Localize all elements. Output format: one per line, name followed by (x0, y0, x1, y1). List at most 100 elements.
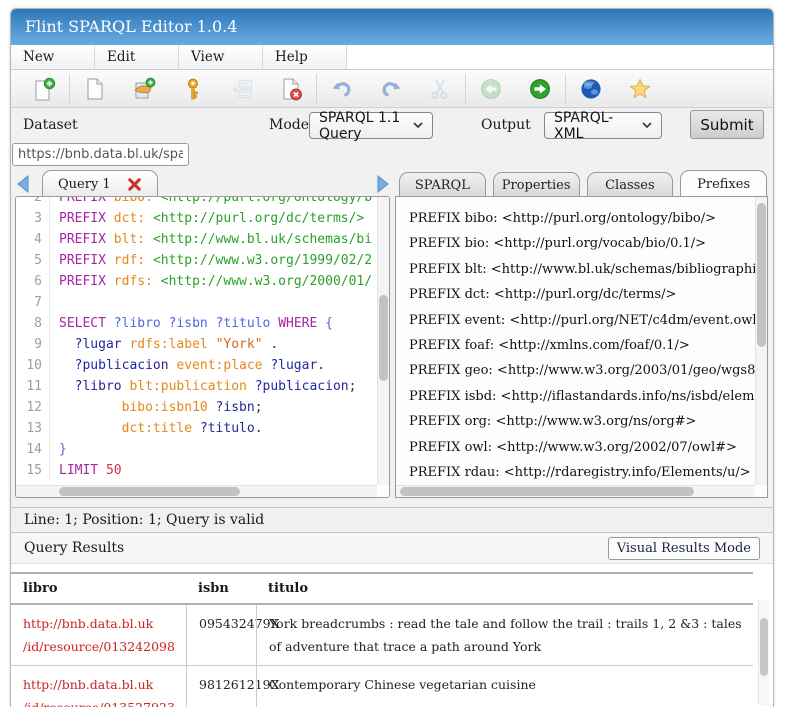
code-text: LIMIT 50 (50, 460, 122, 481)
output-select[interactable]: SPARQL-XML (544, 112, 662, 139)
endpoint-input[interactable] (12, 143, 189, 166)
column-header-titulo: titulo (256, 574, 753, 603)
toolbar-group (69, 74, 316, 104)
code-text: } (50, 439, 67, 460)
prefix-row[interactable]: PREFIX bibo: <http://purl.org/ontology/b… (409, 206, 755, 231)
prefix-row[interactable]: PREFIX foaf: <http://xmlns.com/foaf/0.1/… (409, 333, 755, 358)
toolbar-group (316, 74, 465, 104)
code-text: bibo:isbn10 ?isbn; (50, 397, 263, 418)
prefix-row[interactable]: PREFIX isbd: <http://iflastandards.info/… (409, 384, 755, 409)
window-title: Flint SPARQL Editor 1.0.4 (11, 9, 773, 45)
menu-item-help[interactable]: Help (263, 45, 347, 69)
app-window: Flint SPARQL Editor 1.0.4 NewEditViewHel… (10, 8, 774, 707)
menu-bar: NewEditViewHelp (11, 45, 773, 70)
cut-icon (428, 77, 452, 101)
column-header-isbn: isbn (186, 574, 256, 603)
prefixes-horizontal-scrollbar[interactable] (396, 485, 755, 497)
tab-prefixes[interactable]: Prefixes (680, 170, 767, 197)
tab-sparql[interactable]: SPARQL (399, 172, 486, 197)
output-select-value: SPARQL-XML (554, 110, 634, 142)
editor-vertical-scrollbar[interactable] (377, 197, 389, 485)
scrollbar-thumb[interactable] (400, 487, 694, 496)
table-row: http://bnb.data.bl.uk/id/resource/013527… (11, 666, 753, 707)
redo-icon[interactable] (379, 77, 403, 101)
results-table-header: libroisbntitulo (11, 572, 753, 605)
titulo-cell: York breadcrumbs : read the tale and fol… (256, 605, 753, 665)
menu-item-view[interactable]: View (179, 45, 263, 69)
line-number: 8 (16, 313, 50, 334)
globe-icon[interactable] (579, 77, 603, 101)
close-tab-icon[interactable] (127, 177, 142, 192)
code-line: 12 bibo:isbn10 ?isbn; (16, 397, 377, 418)
code-text: ?publicacion event:place ?lugar. (50, 355, 325, 376)
code-text: PREFIX blt: <http://www.bl.uk/schemas/bi (50, 229, 372, 250)
submit-button[interactable]: Submit (690, 110, 764, 139)
prefixes-vertical-scrollbar[interactable] (755, 197, 767, 485)
scrollbar-thumb[interactable] (59, 487, 240, 496)
code-line: 4PREFIX blt: <http://www.bl.uk/schemas/b… (16, 229, 377, 250)
tab-scroll-right-icon[interactable] (375, 174, 391, 194)
query-editor[interactable]: 2PREFIX bibo: <http://purl.org/ontology/… (15, 196, 390, 498)
line-number: 7 (16, 292, 50, 313)
star-icon[interactable] (628, 77, 652, 101)
prefix-row[interactable]: PREFIX dct: <http://purl.org/dc/terms/> (409, 282, 755, 307)
prefix-row[interactable]: PREFIX owl: <http://www.w3.org/2002/07/o… (409, 435, 755, 460)
toolbar (11, 70, 773, 108)
prefix-row[interactable]: PREFIX org: <http://www.w3.org/ns/org#> (409, 409, 755, 434)
results-body: libroisbntitulo http://bnb.data.bl.uk/id… (11, 563, 773, 707)
code-line: 10 ?publicacion event:place ?lugar. (16, 355, 377, 376)
status-bar: Line: 1; Position: 1; Query is valid (11, 507, 773, 533)
line-number: 2 (16, 197, 50, 208)
key-icon[interactable] (181, 77, 205, 101)
menu-item-edit[interactable]: Edit (95, 45, 179, 69)
editor-viewport[interactable]: 2PREFIX bibo: <http://purl.org/ontology/… (16, 197, 377, 485)
visual-results-mode-button[interactable]: Visual Results Mode (608, 537, 760, 560)
new-document-icon[interactable] (83, 77, 107, 101)
new-query-icon[interactable] (32, 77, 56, 101)
results-vertical-scrollbar[interactable] (758, 600, 769, 705)
line-number: 4 (16, 229, 50, 250)
code-text: ?libro blt:publication ?publicacion; (50, 376, 356, 397)
resource-link[interactable]: http://bnb.data.bl.uk/id/resource/013242… (23, 616, 175, 654)
code-line: 15LIMIT 50 (16, 460, 377, 481)
prefix-row[interactable]: PREFIX blt: <http://www.bl.uk/schemas/bi… (409, 257, 755, 282)
editor-horizontal-scrollbar[interactable] (16, 485, 377, 497)
prefix-row[interactable]: PREFIX rdau: <http://rdaregistry.info/El… (409, 460, 755, 485)
back-icon (479, 77, 503, 101)
scrollbar-thumb[interactable] (757, 203, 766, 347)
toolbar-group (19, 74, 69, 104)
scrollbar-thumb[interactable] (379, 295, 388, 381)
code-text: SELECT ?libro ?isbn ?titulo WHERE { (50, 313, 333, 334)
scrollbar-thumb[interactable] (760, 618, 768, 676)
chevron-down-icon (413, 122, 423, 129)
prefix-row[interactable]: PREFIX geo: <http://www.w3.org/2003/01/g… (409, 358, 755, 383)
line-number: 11 (16, 376, 50, 397)
column-header-libro: libro (11, 574, 186, 603)
results-title: Query Results (24, 540, 124, 556)
menu-item-new[interactable]: New (11, 45, 95, 69)
forward-icon[interactable] (528, 77, 552, 101)
toolbar-group (465, 74, 565, 104)
controls-row: Dataset Mode SPARQL 1.1 Query Output SPA… (11, 108, 773, 143)
query-tabs-container: Query 1 (31, 170, 158, 197)
code-line: 6PREFIX rdfs: <http://www.w3.org/2000/01… (16, 271, 377, 292)
prefix-row[interactable]: PREFIX bio: <http://purl.org/vocab/bio/0… (409, 231, 755, 256)
line-number: 14 (16, 439, 50, 460)
table-row: http://bnb.data.bl.uk/id/resource/013242… (11, 605, 753, 666)
mode-select[interactable]: SPARQL 1.1 Query (309, 112, 433, 139)
dataset-label: Dataset (23, 117, 78, 133)
code-text: PREFIX dct: <http://purl.org/dc/terms/> (50, 208, 364, 229)
prefix-list: PREFIX bibo: <http://purl.org/ontology/b… (396, 197, 755, 485)
open-document-icon[interactable] (132, 77, 156, 101)
code-line: 13 dct:title ?titulo. (16, 418, 377, 439)
resource-link[interactable]: http://bnb.data.bl.uk/id/resource/013527… (23, 677, 175, 707)
delete-document-icon[interactable] (279, 77, 303, 101)
undo-icon[interactable] (330, 77, 354, 101)
code-line: 11 ?libro blt:publication ?publicacion; (16, 376, 377, 397)
tab-classes[interactable]: Classes (587, 172, 674, 197)
tab-scroll-left-icon[interactable] (15, 174, 31, 194)
prefixes-panel: PREFIX bibo: <http://purl.org/ontology/b… (395, 196, 768, 498)
prefix-row[interactable]: PREFIX event: <http://purl.org/NET/c4dm/… (409, 308, 755, 333)
query-tab[interactable]: Query 1 (42, 170, 158, 197)
tab-properties[interactable]: Properties (493, 172, 580, 197)
